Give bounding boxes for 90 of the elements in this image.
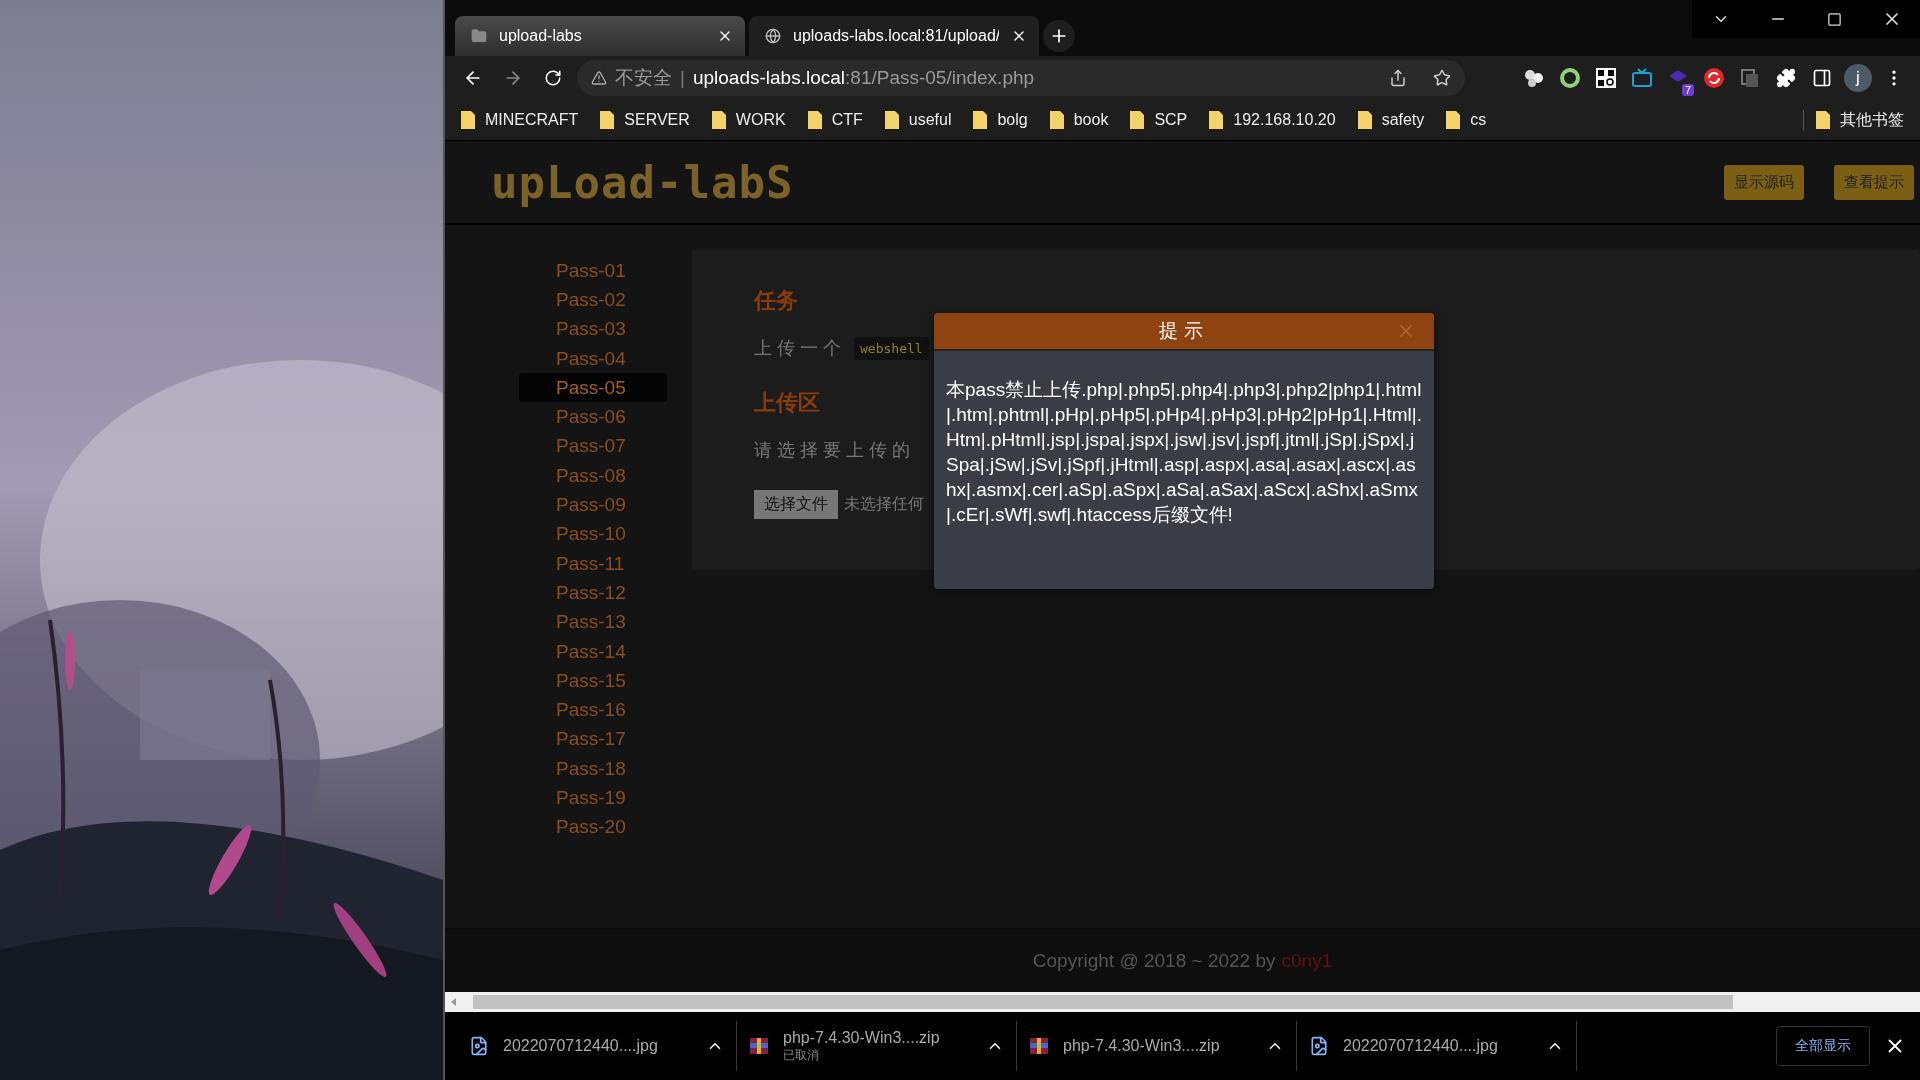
sidebar-link[interactable]: Pass-04 bbox=[519, 343, 667, 374]
download-item[interactable]: php-7.4.30-Win3....zip 已取消 bbox=[737, 1021, 1017, 1071]
code-snippet: webshell bbox=[854, 336, 929, 360]
folder-icon bbox=[600, 111, 615, 129]
separator-text: | bbox=[680, 67, 685, 89]
globe-icon bbox=[765, 28, 781, 44]
sidebar-link[interactable]: Pass-08 bbox=[519, 461, 667, 491]
upload-prompt: 请选择要上传的 bbox=[754, 439, 915, 462]
bookmark[interactable]: CTF bbox=[807, 111, 863, 129]
sidebar-link[interactable]: Pass-19 bbox=[519, 783, 667, 813]
sidebar-link[interactable]: Pass-14 bbox=[519, 636, 667, 667]
folder-icon bbox=[973, 111, 988, 129]
sidebar-link[interactable]: Pass-13 bbox=[519, 607, 667, 637]
bookmark[interactable]: 192.168.10.20 bbox=[1209, 111, 1336, 129]
sync-icon[interactable] bbox=[1703, 67, 1725, 89]
folder-icon bbox=[1130, 111, 1145, 129]
folder-icon bbox=[1446, 111, 1461, 129]
show-all-button[interactable]: 全部显示 bbox=[1776, 1026, 1870, 1066]
archive-icon bbox=[1029, 1036, 1049, 1056]
folder-icon bbox=[461, 111, 475, 129]
ring-icon[interactable] bbox=[1559, 67, 1581, 89]
sidebar-link[interactable]: Pass-11 bbox=[519, 548, 667, 579]
sidebar-link[interactable]: Pass-20 bbox=[519, 812, 667, 842]
folder-icon bbox=[807, 111, 822, 129]
file-status: 未选择任何 bbox=[844, 494, 924, 514]
sidebar-link[interactable]: Pass-02 bbox=[519, 285, 667, 315]
url-text: uploads-labs.local:81/Pass-05/index.php bbox=[692, 67, 1035, 89]
folder-icon bbox=[884, 111, 899, 129]
sidebar-link[interactable]: Pass-09 bbox=[519, 490, 667, 520]
folder-icon bbox=[1816, 111, 1830, 129]
profile-avatar[interactable]: j bbox=[1844, 64, 1872, 92]
sidebar-link[interactable]: Pass-16 bbox=[519, 695, 667, 725]
new-tab-button[interactable] bbox=[1043, 20, 1075, 52]
browser-tab[interactable]: upload-labs bbox=[455, 16, 745, 56]
bookmark[interactable]: useful bbox=[884, 111, 952, 129]
bookmark[interactable]: MINECRAFT bbox=[461, 111, 579, 129]
image-file-icon bbox=[1309, 1036, 1329, 1056]
sidebar-link[interactable]: Pass-07 bbox=[519, 431, 667, 462]
bookmark[interactable]: SERVER bbox=[600, 111, 690, 129]
bookmark[interactable]: 其他书签 bbox=[1803, 109, 1904, 131]
maximize-icon[interactable] bbox=[1827, 11, 1842, 27]
star-icon[interactable] bbox=[1433, 69, 1451, 87]
bookmark[interactable]: book bbox=[1049, 111, 1109, 129]
badge-count: 7 bbox=[1681, 84, 1694, 96]
address-bar[interactable]: 不安全 | uploads-labs.local:81/Pass-05/index.php bbox=[577, 60, 1465, 96]
reload-icon[interactable] bbox=[544, 69, 562, 87]
bubbles-icon[interactable] bbox=[1523, 67, 1545, 89]
section-heading: 任务 bbox=[754, 287, 798, 315]
bookmark[interactable]: bolg bbox=[973, 111, 1028, 129]
share-icon[interactable] bbox=[1389, 69, 1407, 87]
sidebar-link[interactable]: Pass-17 bbox=[519, 724, 667, 755]
header-button[interactable]: 查看提示 bbox=[1834, 164, 1914, 200]
warning-icon bbox=[591, 70, 607, 86]
qr-code-icon[interactable] bbox=[1595, 67, 1617, 89]
copyright-text: Copyright @ 2018 ~ 2022 by bbox=[1032, 950, 1276, 972]
sidebar-link[interactable]: Pass-10 bbox=[519, 519, 667, 549]
header-button[interactable]: 显示源码 bbox=[1724, 164, 1804, 200]
folder-icon bbox=[471, 28, 487, 44]
copy-icon[interactable] bbox=[1739, 67, 1761, 89]
sidebar-link[interactable]: Pass-18 bbox=[519, 754, 667, 784]
tv-icon[interactable] bbox=[1631, 67, 1653, 89]
folder-icon bbox=[711, 111, 726, 129]
bookmark[interactable]: WORK bbox=[711, 111, 786, 129]
sidebar-link[interactable]: Pass-01 bbox=[519, 256, 667, 286]
sidebar-link[interactable]: Pass-06 bbox=[519, 402, 667, 432]
download-item[interactable]: 2022070712440....jpg bbox=[1297, 1021, 1577, 1071]
folder-icon bbox=[1357, 111, 1372, 129]
section-heading: 上传区 bbox=[754, 389, 820, 417]
bookmark[interactable]: safety bbox=[1357, 111, 1425, 129]
download-item[interactable]: 2022070712440....jpg bbox=[457, 1021, 737, 1071]
dialog-title: 提示 bbox=[1159, 319, 1209, 343]
sidebar-link[interactable]: Pass-05 bbox=[519, 373, 667, 403]
sidebar-link[interactable]: Pass-15 bbox=[519, 666, 667, 696]
archive-icon bbox=[749, 1036, 769, 1056]
security-label: 不安全 bbox=[615, 66, 672, 90]
folder-icon bbox=[1209, 111, 1224, 129]
task-text: 上传一个 bbox=[754, 337, 846, 360]
site-logo: upLoad-labS bbox=[491, 156, 795, 208]
folder-icon bbox=[1049, 111, 1064, 129]
puzzle-icon[interactable] bbox=[1776, 68, 1796, 88]
choose-file-button[interactable]: 选择文件 bbox=[754, 490, 838, 519]
sidebar-link[interactable]: Pass-03 bbox=[519, 314, 667, 344]
sidebar-link[interactable]: Pass-12 bbox=[519, 578, 667, 608]
side-panel-icon[interactable] bbox=[1812, 68, 1832, 88]
horizontal-scrollbar[interactable] bbox=[445, 992, 1920, 1012]
image-file-icon bbox=[469, 1036, 489, 1056]
bookmark[interactable]: SCP bbox=[1130, 111, 1188, 129]
download-item[interactable]: php-7.4.30-Win3....zip bbox=[1017, 1021, 1297, 1071]
bookmark[interactable]: cs bbox=[1446, 111, 1487, 129]
dialog-message: 本pass禁止上传.php|.php5|.php4|.php3|.php2|php1|.html|.htm|.phtml|.pHp|.pHp5|.pHp4|.pHp3|.pHp2|pHp1|.Html|.Htm|.pHtml|.jsp|.jspa|.jspx|.jsw|.jsv|.jspf|.jtml|.jSp|.jSpx|.jSpa|.jSw|.jSv|.jSpf|.jHtml|.asp|.aspx|.asa|.asax|.ascx|.ashx|.asmx|.cer|.aSp|.aSpx|.aSa|.aSax|.aScx|.aShx|.aSmx|.cEr|.sWf|.swf|.htaccess后缀文件! bbox=[945, 378, 1423, 527]
